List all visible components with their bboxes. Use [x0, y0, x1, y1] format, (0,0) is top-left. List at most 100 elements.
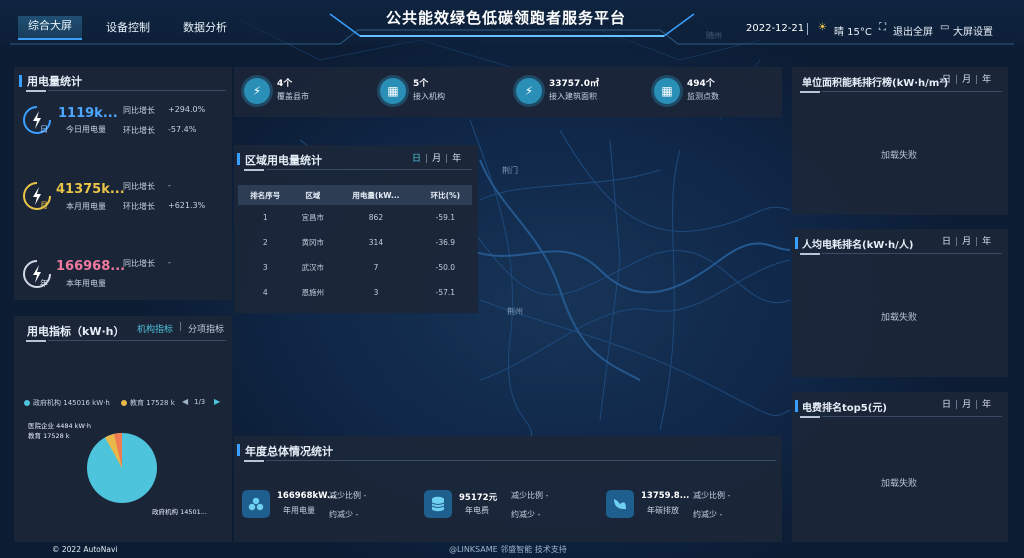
- title-rule: [822, 416, 1002, 417]
- table-row[interactable]: 2 黄冈市 314 -36.9: [238, 230, 472, 255]
- monitor-icon[interactable]: ▭: [940, 22, 949, 33]
- reduce-ratio-value: -: [363, 491, 367, 500]
- annual-fee-reduce-ratio: 减少比例 -: [511, 490, 548, 501]
- legend-education[interactable]: 教育 17528 k: [130, 398, 175, 408]
- reduce-approx-label: 约减少: [329, 510, 353, 519]
- exit-fullscreen-icon[interactable]: ⛶: [879, 22, 886, 33]
- title-rule: [48, 340, 226, 341]
- legend-government-value: 145016 kW·h: [63, 399, 110, 407]
- reduce-ratio-value: -: [545, 491, 549, 500]
- daily-yoy-value: +294.0%: [168, 105, 206, 114]
- stat-monitoring-value: 494个: [687, 79, 715, 89]
- yearly-value: 166968...: [56, 259, 126, 274]
- daily-yoy-label: 同比增长: [123, 106, 155, 115]
- cell-mom: -50.0: [435, 263, 456, 272]
- monthly-badge: 月: [40, 201, 48, 210]
- annual-carbon-reduce-approx: 约减少 -: [693, 509, 722, 520]
- reduce-approx-label: 约减少: [511, 510, 535, 519]
- cell-usage: 7: [373, 263, 379, 272]
- stat-monitoring-label: 监测点数: [687, 92, 719, 101]
- stat-area-label: 接入建筑面积: [549, 92, 597, 101]
- annual-fee-value: 95172元: [459, 493, 498, 503]
- legend-education-name: 教育: [130, 399, 144, 407]
- daily-label: 今日用电量: [66, 125, 106, 134]
- tab-device-control[interactable]: 设备控制: [106, 19, 150, 35]
- period-day[interactable]: 日: [942, 400, 951, 410]
- period-year[interactable]: 年: [452, 154, 461, 164]
- period-year[interactable]: 年: [982, 400, 991, 410]
- period-month[interactable]: 月: [432, 154, 441, 164]
- screen-settings-button[interactable]: 大屏设置: [953, 23, 993, 38]
- fee-ranking-period-tabs: 日 | 月 | 年: [942, 400, 992, 410]
- title-marker: [795, 237, 798, 249]
- reduce-ratio-label: 减少比例: [693, 491, 725, 500]
- legend-education-value: 17528 k: [146, 399, 175, 407]
- title-rule: [822, 253, 1002, 254]
- legend-government-name: 政府机构: [33, 399, 61, 407]
- table-row[interactable]: 3 武汉市 7 -50.0: [238, 255, 472, 280]
- daily-mom-value: -57.4%: [168, 125, 197, 134]
- reduce-approx-label: 约减少: [693, 510, 717, 519]
- cell-mom: -59.1: [435, 213, 456, 222]
- title-rule: [822, 91, 1002, 92]
- daily-value: 1119k...: [58, 106, 118, 121]
- map-label-jingmen: 荆门: [502, 166, 518, 175]
- tab-institution-indicator[interactable]: 机构指标: [137, 322, 173, 335]
- table-row[interactable]: 1 宜昌市 862 -59.1: [238, 205, 472, 230]
- period-day[interactable]: 日: [412, 154, 421, 164]
- fee-ranking-title: 电费排名top5(元): [802, 403, 887, 414]
- pie-label-government: 政府机构 14501...: [152, 508, 207, 516]
- pie-label-hospital: 医院企业 4484 kW·h: [28, 422, 92, 430]
- table-row[interactable]: 4 恩施州 3 -57.1: [238, 280, 472, 305]
- tab-separator: |: [179, 322, 183, 332]
- bolt-icon-area: ⚡: [516, 78, 542, 104]
- area-energy-ranking-panel: 单位面积能耗排行榜(kW·h/m²) 日 | 月 | 年 加载失败: [792, 67, 1008, 215]
- electricity-cluster-icon: [242, 490, 270, 518]
- period-day[interactable]: 日: [942, 75, 951, 85]
- period-day[interactable]: 日: [942, 237, 951, 247]
- exit-fullscreen-button[interactable]: 退出全屏: [893, 23, 933, 38]
- area-energy-load-failed: 加载失败: [881, 151, 918, 161]
- cell-rank: 2: [262, 238, 268, 247]
- reduce-approx-value: -: [355, 510, 359, 519]
- map-label-jingzhou: 荆州: [507, 307, 523, 316]
- yearly-yoy-value: -: [168, 258, 171, 267]
- tab-category-indicator[interactable]: 分项指标: [188, 322, 224, 335]
- cell-usage: 314: [368, 238, 384, 247]
- building-icon-institutions: ▦: [380, 78, 406, 104]
- indicator-pie-chart[interactable]: [84, 430, 160, 506]
- legend-next-icon[interactable]: ▶: [214, 397, 220, 406]
- stat-institutions-label: 接入机构: [413, 92, 445, 101]
- title-underline: [800, 416, 820, 418]
- reduce-approx-value: -: [537, 510, 541, 519]
- period-year[interactable]: 年: [982, 75, 991, 85]
- electricity-title: 用电量统计: [27, 75, 82, 88]
- annual-fee-label: 年电费: [465, 506, 489, 515]
- annual-electricity-value: 166968kW...: [277, 491, 337, 501]
- legend-government[interactable]: 政府机构 145016 kW·h: [33, 398, 110, 408]
- title-underline: [244, 169, 264, 171]
- sun-icon: ☀: [818, 22, 827, 33]
- period-month[interactable]: 月: [962, 400, 971, 410]
- legend-prev-icon[interactable]: ◀: [182, 397, 188, 406]
- tab-data-analysis[interactable]: 数据分析: [183, 19, 227, 35]
- cell-usage: 862: [368, 213, 384, 222]
- title-marker: [237, 444, 240, 456]
- title-underline: [244, 460, 264, 462]
- tab-overview[interactable]: 综合大屏: [18, 16, 82, 40]
- annual-carbon-value: 13759.8...: [641, 491, 690, 501]
- stat-area-value: 33757.0㎡: [549, 79, 599, 89]
- per-capita-ranking-panel: 人均电耗排名(kW·h/人) 日 | 月 | 年 加载失败: [792, 229, 1008, 377]
- stat-counties-label: 覆盖县市: [277, 92, 309, 101]
- legend-dot-government: [24, 400, 30, 406]
- period-month[interactable]: 月: [962, 237, 971, 247]
- title-marker: [237, 153, 240, 165]
- database-icon: [424, 490, 452, 518]
- cell-mom: -57.1: [435, 288, 456, 297]
- region-period-tabs: 日 | 月 | 年: [412, 154, 462, 164]
- yearly-badge: 年: [40, 279, 48, 288]
- period-month[interactable]: 月: [962, 75, 971, 85]
- region-panel: 区域用电量统计 日 | 月 | 年 排名序号 区域 用电量(kW... 环比(%) 1 …: [234, 145, 478, 313]
- table-header-row: 排名序号 区域 用电量(kW... 环比(%): [238, 185, 472, 205]
- period-year[interactable]: 年: [982, 237, 991, 247]
